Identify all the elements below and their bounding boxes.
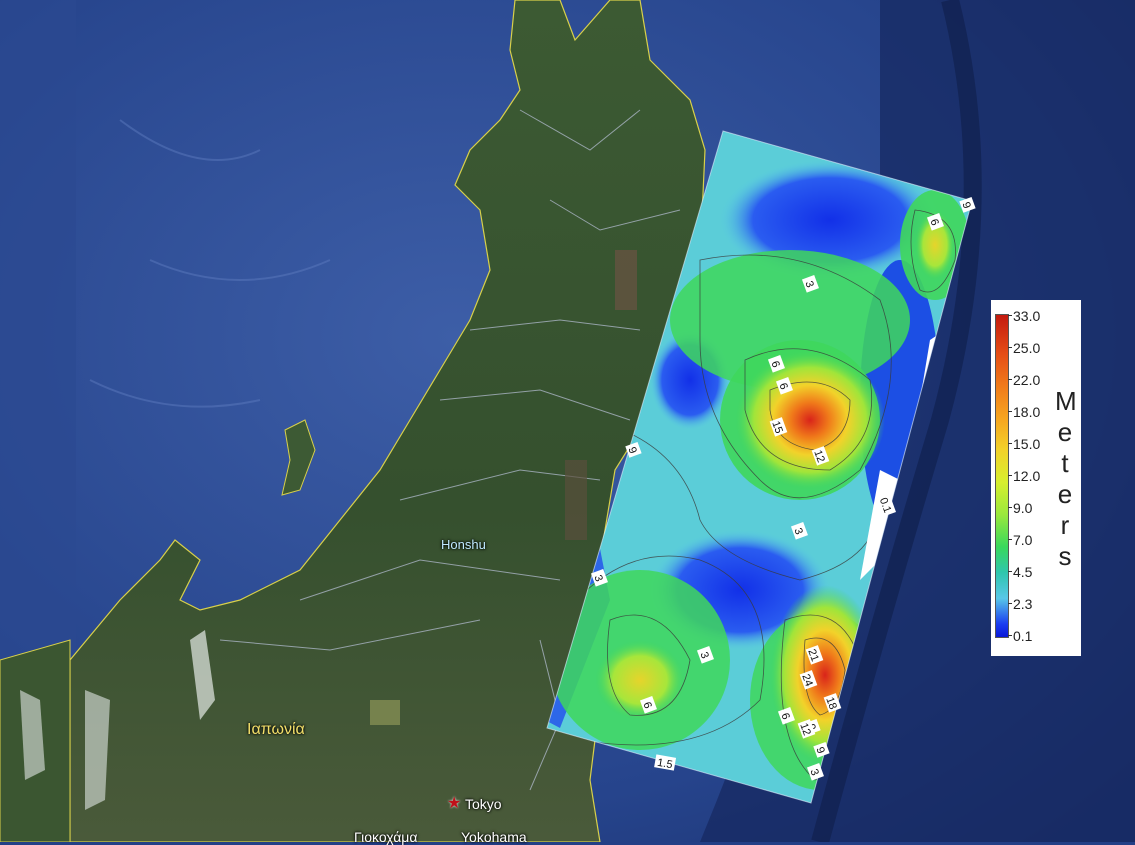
legend-tick: 2.3 (1013, 596, 1033, 612)
legend-tick: 33.0 (1013, 308, 1041, 324)
legend-title: Meters (1055, 386, 1077, 571)
height-legend: 33.0 25.0 22.0 18.0 15.0 12.0 9.0 7.0 4.… (991, 300, 1081, 656)
legend-tick: 7.0 (1013, 532, 1033, 548)
place-label-yokohama-greek: Γιοκοχάμα (354, 829, 418, 845)
place-label-yokohama: Yokohama (461, 829, 527, 845)
place-label-tokyo: Tokyo (465, 796, 502, 812)
place-label-japan: Ιαπωνία (247, 721, 305, 738)
legend-tick: 0.1 (1013, 628, 1033, 644)
legend-tick: 15.0 (1013, 436, 1041, 452)
place-label-honshu: Honshu (441, 537, 486, 552)
legend-tick: 22.0 (1013, 372, 1041, 388)
legend-tick: 9.0 (1013, 500, 1033, 516)
legend-color-bar (995, 314, 1009, 638)
capital-star-icon: ★ (447, 795, 462, 812)
legend-tick: 4.5 (1013, 564, 1033, 580)
map-view[interactable]: 3 3 3 3 3 6 6 6 6 6 9 9 9 9 12 12 15 18 … (0, 0, 1135, 845)
legend-tick: 18.0 (1013, 404, 1041, 420)
legend-tick: 12.0 (1013, 468, 1041, 484)
map-canvas[interactable]: 3 3 3 3 3 6 6 6 6 6 9 9 9 9 12 12 15 18 … (0, 0, 1135, 842)
legend-tick: 25.0 (1013, 340, 1041, 356)
